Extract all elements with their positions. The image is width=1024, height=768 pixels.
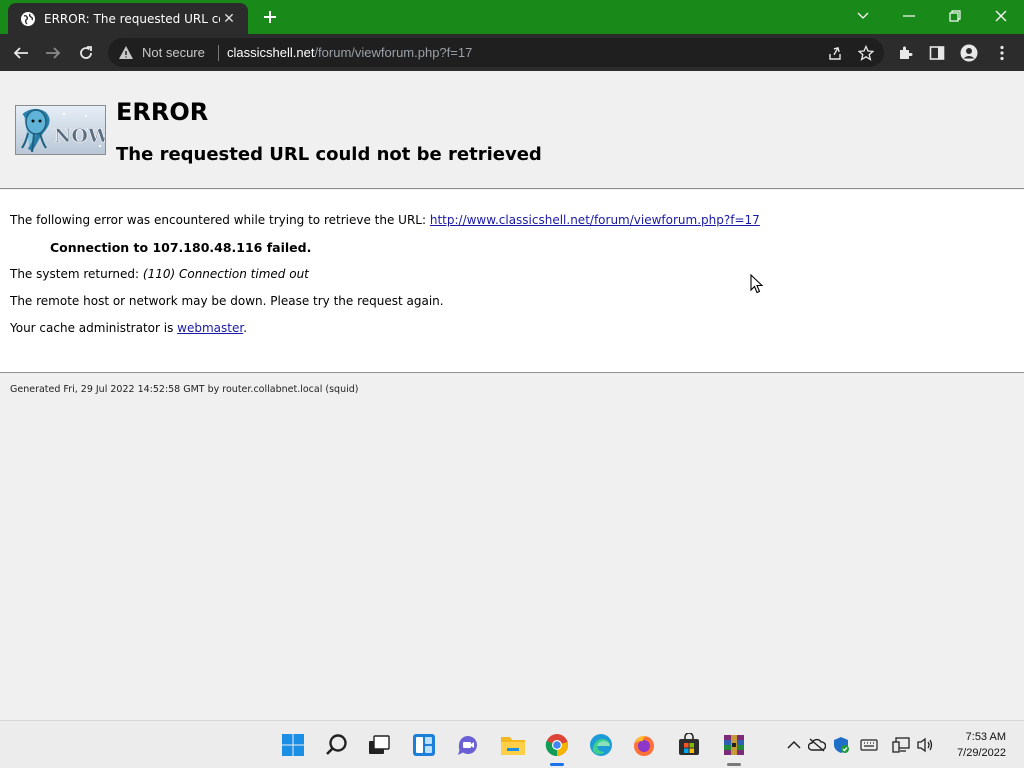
browser-toolbar: Not secure classicshell.net/forum/viewfo… (0, 34, 1024, 71)
chrome-active-indicator (550, 763, 564, 766)
url-host: classicshell.net (227, 45, 315, 60)
logo-text: NOW (54, 125, 106, 147)
bookmark-star-icon[interactable] (853, 40, 879, 66)
menu-kebab-icon[interactable] (989, 40, 1015, 66)
system-returned-label: The system returned: (10, 267, 143, 281)
error-header: NOW ERROR The requested URL could not be… (0, 71, 1024, 189)
remote-host-text: The remote host or network may be down. … (10, 294, 444, 308)
widgets-icon[interactable] (410, 731, 438, 759)
side-panel-icon[interactable] (924, 40, 950, 66)
error-body: The following error was encountered whil… (0, 190, 1024, 373)
cache-admin-line: Your cache administrator is webmaster. (10, 321, 247, 335)
clock-time: 7:53 AM (965, 731, 1006, 743)
tab-strip: ERROR: The requested URL could ✕ (0, 0, 1024, 34)
new-tab-button[interactable] (258, 6, 282, 28)
taskbar: 7:53 AM 7/29/2022 (0, 720, 1024, 768)
profile-avatar-icon[interactable] (956, 40, 982, 66)
file-explorer-icon[interactable] (499, 731, 527, 759)
tab-title: ERROR: The requested URL could (44, 11, 220, 26)
url-text[interactable]: classicshell.net/forum/viewforum.php?f=1… (227, 45, 472, 60)
failed-url-link[interactable]: http://www.classicshell.net/forum/viewfo… (430, 213, 760, 227)
browser-tab-active[interactable]: ERROR: The requested URL could ✕ (8, 3, 248, 34)
reload-button[interactable] (73, 40, 99, 66)
omnibox-divider (218, 45, 219, 61)
generated-footer: Generated Fri, 29 Jul 2022 14:52:58 GMT … (10, 384, 359, 395)
system-returned-value: (110) Connection timed out (142, 267, 309, 281)
start-button[interactable] (279, 731, 307, 759)
minimize-button[interactable] (886, 0, 932, 32)
address-bar[interactable]: Not secure classicshell.net/forum/viewfo… (108, 38, 884, 67)
network-icon[interactable] (892, 736, 910, 754)
mouse-cursor-icon (750, 273, 764, 294)
winrar-running-indicator (727, 763, 741, 766)
security-status[interactable]: Not secure (142, 45, 205, 60)
webmaster-link[interactable]: webmaster (177, 321, 243, 335)
extensions-icon[interactable] (893, 40, 919, 66)
cache-admin-text: Your cache administrator is (10, 321, 178, 335)
forward-button[interactable] (40, 40, 66, 66)
winrar-icon[interactable] (720, 731, 748, 759)
page-subtitle: The requested URL could not be retrieved (116, 144, 542, 165)
globe-icon (20, 11, 36, 27)
system-clock[interactable]: 7:53 AM 7/29/2022 (957, 729, 1006, 761)
search-icon[interactable] (323, 731, 351, 759)
keyboard-icon[interactable] (860, 736, 878, 754)
edge-icon[interactable] (587, 731, 615, 759)
teams-chat-icon[interactable] (454, 731, 482, 759)
restore-button[interactable] (932, 0, 978, 32)
system-returned-line: The system returned: (110) Connection ti… (10, 267, 309, 281)
back-button[interactable] (8, 40, 34, 66)
share-icon[interactable] (822, 40, 848, 66)
warning-icon[interactable] (118, 45, 134, 61)
connection-failed-text: Connection to 107.180.48.116 failed. (50, 240, 312, 255)
intro-line: The following error was encountered whil… (10, 213, 760, 227)
onedrive-offline-icon[interactable] (808, 736, 826, 754)
cache-admin-end: . (243, 321, 248, 335)
task-view-icon[interactable] (365, 731, 393, 759)
url-path: /forum/viewforum.php?f=17 (314, 45, 473, 60)
chevron-up-icon[interactable] (785, 736, 803, 754)
firefox-icon[interactable] (630, 731, 658, 759)
microsoft-store-icon[interactable] (675, 731, 703, 759)
intro-text: The following error was encountered whil… (10, 213, 430, 227)
chrome-icon[interactable] (543, 731, 571, 759)
page-content: NOW ERROR The requested URL could not be… (0, 71, 1024, 720)
close-window-button[interactable] (978, 0, 1024, 32)
volume-icon[interactable] (916, 736, 934, 754)
tab-close-icon[interactable]: ✕ (220, 11, 238, 27)
tab-search-icon[interactable] (840, 0, 886, 32)
squid-logo: NOW (15, 105, 106, 155)
security-shield-icon[interactable] (832, 736, 850, 754)
clock-date: 7/29/2022 (957, 747, 1006, 759)
page-title: ERROR (116, 98, 209, 126)
